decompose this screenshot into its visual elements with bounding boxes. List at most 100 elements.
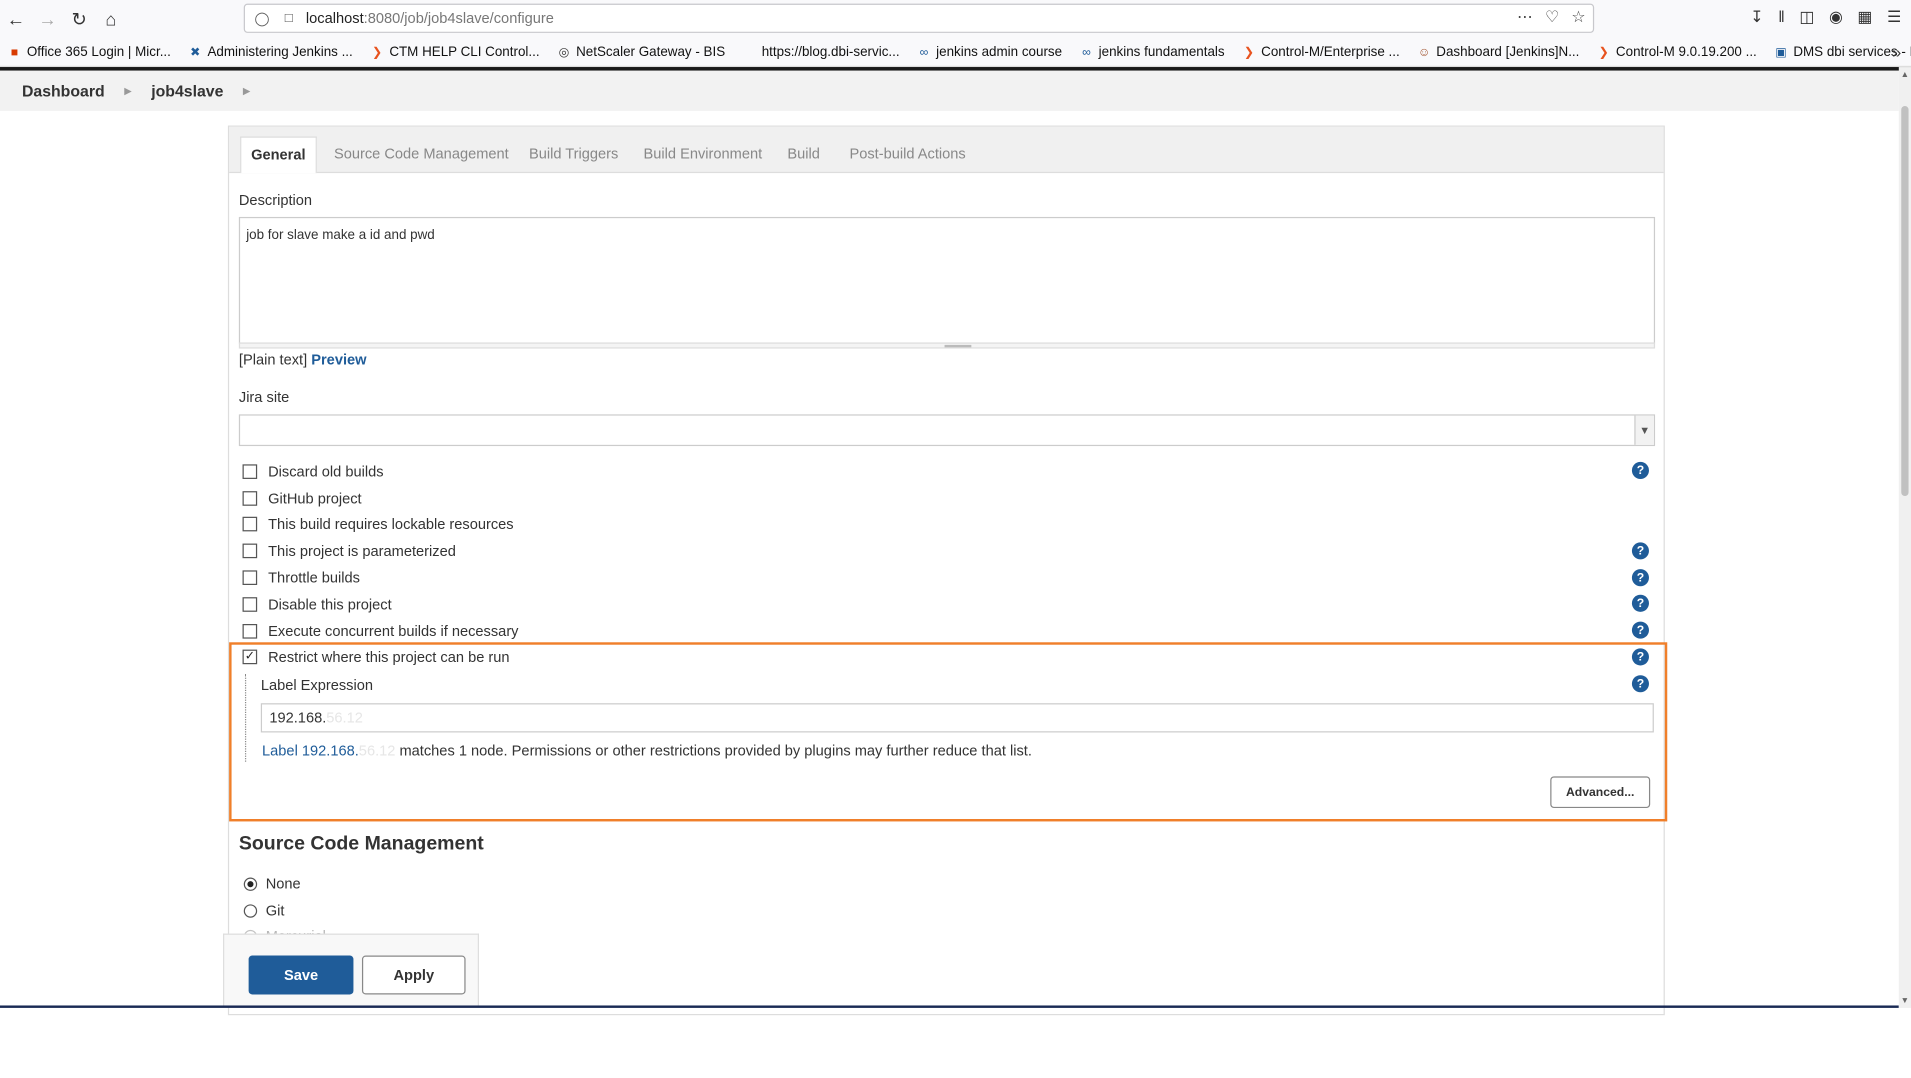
checkbox[interactable]: [242, 491, 258, 506]
option-throttle-builds[interactable]: Throttle builds: [242, 567, 360, 589]
chevron-down-icon[interactable]: ▼: [1634, 415, 1654, 445]
bookmark-item[interactable]: ❯ Control-M/Enterprise ...: [1242, 45, 1400, 60]
menu-icon[interactable]: ☰: [1887, 7, 1901, 27]
checkbox[interactable]: [242, 516, 258, 532]
checkbox[interactable]: [242, 570, 258, 585]
help-icon[interactable]: ?: [1631, 569, 1649, 587]
preview-link[interactable]: Preview: [311, 351, 366, 368]
shield-icon[interactable]: ◯: [252, 9, 272, 29]
page-info-icon[interactable]: □: [279, 9, 299, 29]
option-discard-old-builds[interactable]: Discard old builds: [242, 461, 384, 483]
chevron-double-right-icon[interactable]: »: [1892, 43, 1901, 61]
bookmark-item[interactable]: ■ Office 365 Login | Micr...: [7, 45, 171, 60]
tab-general[interactable]: General: [240, 136, 317, 174]
option-disable-project[interactable]: Disable this project: [242, 594, 392, 616]
radio[interactable]: [243, 903, 258, 918]
forward-arrow-icon[interactable]: →: [34, 6, 61, 33]
bookmark-label: Control-M/Enterprise ...: [1261, 45, 1400, 60]
scroll-thumb[interactable]: [1901, 106, 1909, 497]
scroll-up-icon[interactable]: ▲: [1899, 67, 1911, 82]
bookmark-label: jenkins admin course: [936, 45, 1063, 60]
bookmark-item[interactable]: https://blog.dbi-servic...: [742, 45, 900, 60]
option-github-project[interactable]: GitHub project: [242, 488, 362, 510]
checkbox[interactable]: [242, 597, 258, 612]
save-apply-bar: Save Apply: [223, 933, 479, 1007]
download-icon[interactable]: ↧: [1750, 7, 1763, 27]
tab-source-code-management[interactable]: Source Code Management: [324, 137, 518, 174]
scm-section-title: Source Code Management: [238, 833, 484, 855]
bookmark-star-icon[interactable]: ☆: [1571, 7, 1585, 27]
checkbox[interactable]: [242, 464, 258, 479]
chevron-right-icon[interactable]: ▶: [124, 85, 132, 96]
option-lockable-resources[interactable]: This build requires lockable resources: [242, 513, 514, 535]
option-concurrent-builds[interactable]: Execute concurrent builds if necessary: [242, 620, 519, 642]
extensions-icon[interactable]: ▦: [1857, 7, 1872, 27]
divider: [0, 1005, 1899, 1008]
config-tabs: General Source Code Management Build Tri…: [229, 126, 1664, 174]
reload-icon[interactable]: ↻: [66, 6, 93, 33]
page-icon: [742, 45, 757, 60]
bookmark-label: NetScaler Gateway - BIS: [576, 45, 726, 60]
jenkins-icon: ☺: [1417, 45, 1431, 60]
scm-option-none[interactable]: None: [243, 874, 301, 894]
tab-post-build-actions[interactable]: Post-build Actions: [840, 137, 976, 174]
library-icon[interactable]: ‖: [1778, 7, 1785, 27]
back-arrow-icon[interactable]: ←: [2, 6, 29, 33]
apply-button[interactable]: Apply: [361, 955, 466, 995]
page-scrollbar[interactable]: ▲ ▼: [1898, 67, 1911, 1008]
resize-handle[interactable]: [238, 342, 1656, 349]
breadcrumb-job[interactable]: job4slave: [151, 82, 223, 100]
label-expression-input[interactable]: 192.168. 56.12: [260, 703, 1654, 733]
browser-toolbar: ← → ↻ ⌂ ◯ □ localhost:8080/job/job4slave…: [0, 0, 1911, 39]
screen: ← → ↻ ⌂ ◯ □ localhost:8080/job/job4slave…: [0, 0, 1911, 1077]
scm-option-git[interactable]: Git: [243, 901, 284, 921]
account-icon[interactable]: ◉: [1829, 7, 1843, 27]
bookmark-item[interactable]: ✖ Administering Jenkins ...: [188, 45, 353, 60]
address-bar[interactable]: ◯ □ localhost:8080/job/job4slave/configu…: [243, 3, 1595, 33]
label-expression-blurred: 56.12: [326, 709, 363, 727]
breadcrumb-dashboard[interactable]: Dashboard: [22, 82, 105, 100]
label-match-link[interactable]: Label 192.168.: [262, 742, 359, 759]
description-textarea[interactable]: job for slave make a id and pwd: [238, 216, 1656, 344]
scroll-down-icon[interactable]: ▼: [1899, 993, 1911, 1008]
bookmark-label: jenkins fundamentals: [1098, 45, 1225, 60]
help-icon[interactable]: ?: [1631, 594, 1649, 612]
pocket-icon[interactable]: ♡: [1545, 7, 1559, 27]
link-icon: ∞: [1082, 45, 1091, 60]
bookmark-item[interactable]: ▣DMS dbi services - Intr...: [1774, 45, 1911, 60]
bookmark-item[interactable]: ◎ NetScaler Gateway - BIS: [557, 45, 726, 60]
bookmark-label: Control-M 9.0.19.200 ...: [1615, 45, 1757, 60]
link-icon: ∞: [919, 45, 929, 60]
help-icon[interactable]: ?: [1631, 461, 1649, 479]
advanced-button[interactable]: Advanced...: [1550, 776, 1651, 809]
label-expression-value: 192.168.: [269, 709, 327, 727]
label-match-info: Label 192.168.56.12 matches 1 node. Perm…: [262, 742, 1032, 759]
jira-site-label: Jira site: [238, 388, 290, 406]
bookmark-label: Office 365 Login | Micr...: [26, 45, 171, 60]
config-panel: General Source Code Management Build Tri…: [227, 125, 1668, 1016]
controlm-icon: ❯: [372, 45, 383, 60]
checkbox[interactable]: [242, 624, 258, 639]
checkbox[interactable]: [242, 543, 258, 559]
home-icon[interactable]: ⌂: [98, 6, 125, 33]
office-icon: ■: [10, 45, 19, 60]
bookmarks-bar: ■ Office 365 Login | Micr... ✖ Administerin…: [0, 39, 1911, 68]
chevron-right-icon[interactable]: ▶: [243, 85, 251, 96]
bookmark-item[interactable]: ∞ jenkins fundamentals: [1079, 45, 1224, 60]
bookmark-item[interactable]: ❯ Control-M 9.0.19.200 ...: [1596, 45, 1757, 60]
jira-site-select[interactable]: ▼: [238, 414, 1656, 447]
tab-build[interactable]: Build: [778, 137, 830, 174]
bookmark-item[interactable]: ☺ Dashboard [Jenkins]N...: [1417, 45, 1580, 60]
bookmark-item[interactable]: ∞ jenkins admin course: [917, 45, 1062, 60]
save-button[interactable]: Save: [248, 955, 354, 995]
option-parameterized[interactable]: This project is parameterized: [242, 540, 456, 562]
radio-selected[interactable]: [243, 876, 258, 891]
tab-build-environment[interactable]: Build Environment: [634, 137, 772, 174]
bookmark-item[interactable]: ❯ CTM HELP CLI Control...: [370, 45, 540, 60]
bookmark-label: Dashboard [Jenkins]N...: [1436, 45, 1580, 60]
help-icon[interactable]: ?: [1631, 621, 1649, 639]
more-actions-icon[interactable]: ⋯: [1517, 7, 1533, 27]
tab-build-triggers[interactable]: Build Triggers: [519, 137, 628, 174]
sidebar-icon[interactable]: ◫: [1799, 7, 1814, 27]
help-icon[interactable]: ?: [1631, 542, 1649, 560]
